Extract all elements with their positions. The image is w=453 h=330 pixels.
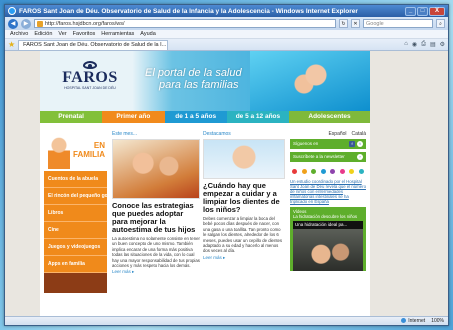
menu-item-juegos[interactable]: Juegos y videojuegos	[44, 239, 107, 256]
follow-us-label: Síguenos en	[293, 141, 319, 146]
highlight-column: Destacamos ¿Cuándo hay que empezar a cui…	[203, 131, 285, 261]
article-1-more-link[interactable]: Leer más ▸	[112, 269, 200, 275]
en-familia-line-2: FAMILIA	[73, 150, 105, 159]
family-photo[interactable]	[112, 139, 200, 199]
arrow-icon: ›	[357, 154, 363, 160]
faros-logo[interactable]: FAROS HOSPITAL SANT JOAN DE DÉU	[60, 61, 120, 90]
video-player[interactable]: Una hidratación ideal pa...	[293, 221, 363, 271]
status-bar: Internet 100%	[5, 316, 448, 325]
este-mes-label: Este mes...	[112, 131, 138, 137]
back-button[interactable]: ◀	[8, 18, 18, 29]
search-input[interactable]: Google	[363, 19, 433, 28]
bottom-banner[interactable]	[44, 273, 107, 293]
stop-icon[interactable]: ✕	[351, 19, 360, 28]
eye-icon	[83, 61, 97, 69]
nav-1-5[interactable]: de 1 a 5 años	[164, 111, 227, 123]
menu-herramientas[interactable]: Herramientas	[101, 31, 134, 37]
tab-bar: ★ FAROS Sant Joan de Déu. Observatorio d…	[5, 39, 448, 51]
family-menu: Cuentos de la abuela El rincón del peque…	[44, 171, 107, 273]
title-bar: FAROS Sant Joan de Déu. Observatorio de …	[5, 5, 448, 17]
article-2-more-link[interactable]: Leer más ▸	[203, 255, 285, 261]
twitter-icon[interactable]: t	[357, 141, 363, 147]
left-column: EN FAMILIA Cuentos de la abuela El rincó…	[44, 131, 107, 293]
browser-window: FAROS Sant Joan de Déu. Observatorio de …	[4, 4, 449, 326]
newsletter-button[interactable]: Suscríbete a la newsletter ›	[290, 152, 366, 162]
slogan-line-2: para las familias	[159, 79, 239, 91]
nav-adolescentes[interactable]: Adolescentes	[289, 111, 370, 123]
right-column: Español Català Síguenos en f t Suscríbet…	[290, 131, 366, 271]
featured-column: Este mes... Conoce las estrategias que p…	[112, 131, 200, 275]
minimize-button[interactable]: _	[405, 6, 416, 16]
menu-item-libros[interactable]: Libros	[44, 205, 107, 222]
zone-indicator: Internet	[401, 318, 425, 324]
menu-item-gourmet[interactable]: El rincón del pequeño gourmet	[44, 188, 107, 205]
header-photo	[250, 51, 370, 111]
article-2-text: Debes comenzar a limpiar la boca del beb…	[203, 216, 283, 254]
home-icon[interactable]: ⌂	[404, 41, 408, 48]
refresh-icon[interactable]: ↻	[339, 19, 348, 28]
url-field[interactable]: http://faros.hsjdbcn.org/faros/ws/	[34, 19, 336, 28]
browser-tab[interactable]: FAROS Sant Joan de Déu. Observatorio de …	[18, 39, 169, 50]
kid-image	[48, 135, 70, 169]
zone-label: Internet	[408, 318, 426, 324]
lang-ca-link[interactable]: Català	[352, 131, 366, 137]
video-title: Una hidratación ideal pa...	[293, 221, 363, 229]
newsletter-label: Suscríbete a la newsletter	[293, 154, 345, 159]
ie-logo-icon	[8, 7, 16, 15]
site-header: FAROS HOSPITAL SANT JOAN DE DÉU El porta…	[40, 51, 370, 111]
en-familia-banner: EN FAMILIA	[44, 131, 107, 171]
menu-ayuda[interactable]: Ayuda	[140, 31, 156, 37]
nav-primer-ano[interactable]: Primer año	[102, 111, 165, 123]
video-box: Vídeos La hidratación descubre los niños…	[290, 207, 366, 271]
page-menu-icon[interactable]: ▤	[430, 41, 436, 48]
video-thumbnail[interactable]	[293, 229, 363, 271]
en-familia-line-1: EN	[93, 141, 105, 150]
feeds-icon[interactable]: ◉	[412, 41, 417, 48]
toddler-photo[interactable]	[203, 139, 285, 179]
nav-prenatal[interactable]: Prenatal	[40, 111, 103, 123]
menu-archivo[interactable]: Archivo	[10, 31, 28, 37]
menu-ver[interactable]: Ver	[58, 31, 66, 37]
lang-es-link[interactable]: Español	[328, 131, 346, 137]
faros-page: FAROS HOSPITAL SANT JOAN DE DÉU El porta…	[40, 51, 370, 316]
logo-name: FAROS	[62, 69, 118, 86]
forward-button[interactable]: ▶	[21, 18, 31, 29]
favorites-star-icon[interactable]: ★	[8, 40, 15, 49]
logo-subtitle: HOSPITAL SANT JOAN DE DÉU	[64, 86, 116, 90]
slogan-line-1: El portal de la salud	[145, 67, 242, 79]
menu-item-cuentos[interactable]: Cuentos de la abuela	[44, 171, 107, 188]
facebook-icon[interactable]: f	[349, 141, 355, 147]
page-viewport: FAROS HOSPITAL SANT JOAN DE DÉU El porta…	[5, 51, 448, 316]
globe-icon	[401, 318, 407, 324]
tools-menu-icon[interactable]: ⚙	[440, 41, 445, 48]
colorful-banner[interactable]	[290, 165, 366, 177]
address-bar: ◀ ▶ http://faros.hsjdbcn.org/faros/ws/ ↻…	[5, 17, 448, 30]
language-switch: Español Català	[290, 131, 366, 137]
menu-bar: Archivo Edición Ver Favoritos Herramient…	[5, 30, 448, 39]
print-icon[interactable]: ⎙	[421, 41, 426, 48]
menu-item-apps[interactable]: Apps en familia	[44, 256, 107, 273]
article-1-title[interactable]: Conoce las estrategias que puedes adopta…	[112, 202, 200, 234]
close-button[interactable]: X	[429, 6, 445, 16]
zoom-level[interactable]: 100%	[431, 318, 444, 324]
nav-5-12[interactable]: de 5 a 12 años	[226, 111, 290, 123]
age-nav: Prenatal Primer año de 1 a 5 años de 5 a…	[40, 111, 370, 123]
search-icon[interactable]: ⌕	[436, 19, 445, 28]
study-news-link[interactable]: Un estudio coordinado por el Hospital Sa…	[290, 179, 366, 204]
destacamos-label: Destacamos	[203, 131, 231, 137]
maximize-button[interactable]: □	[417, 6, 428, 16]
article-1-text: La autoestima no solamente consiste en t…	[112, 236, 200, 269]
menu-edicion[interactable]: Edición	[34, 31, 52, 37]
follow-us-button[interactable]: Síguenos en f t	[290, 139, 366, 149]
window-title: FAROS Sant Joan de Déu. Observatorio de …	[19, 7, 358, 15]
article-2-title[interactable]: ¿Cuándo hay que empezar a cuidar y a lim…	[203, 182, 285, 214]
video-caption: La hidratación descubre los niños	[293, 214, 358, 219]
menu-favoritos[interactable]: Favoritos	[73, 31, 96, 37]
slogan: El portal de la salud para las familias	[145, 67, 242, 91]
menu-item-cine[interactable]: Cine	[44, 222, 107, 239]
